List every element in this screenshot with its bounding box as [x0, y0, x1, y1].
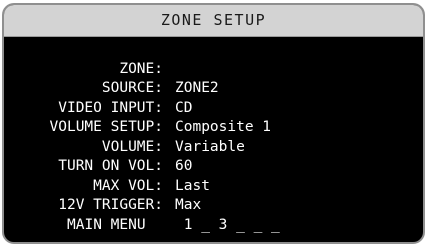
setting-row-volume-setup[interactable]: VOLUME SETUP: Variable — [4, 99, 423, 155]
osd-screen: ZONE SETUP ZONE: ZONE2 SOURCE: CD VIDEO … — [2, 3, 425, 244]
setting-row-source[interactable]: SOURCE: CD — [4, 60, 423, 116]
setting-row-video-input[interactable]: VIDEO INPUT: Composite 1 — [4, 79, 423, 136]
setting-row-12v-trigger[interactable]: 12V TRIGGER: 1 _ 3 _ _ _ — [4, 177, 423, 233]
setting-row-max-vol[interactable]: MAX VOL: Max — [4, 157, 423, 214]
setting-row-turn-on-vol[interactable]: TURN ON VOL: Last — [4, 138, 423, 194]
settings-list: ZONE: ZONE2 SOURCE: CD VIDEO INPUT: Comp… — [4, 40, 423, 233]
main-menu-item: MAIN MENU — [67, 216, 146, 233]
screen-title: ZONE SETUP — [160, 11, 267, 29]
setting-value: 1 _ 3 _ _ _ — [175, 216, 280, 233]
main-menu-row[interactable]: MAIN MENU — [4, 196, 423, 233]
title-bar: ZONE SETUP — [4, 5, 423, 37]
setting-row-zone[interactable]: ZONE: ZONE2 — [4, 40, 423, 97]
setting-row-volume[interactable]: VOLUME: 60 — [4, 118, 423, 175]
